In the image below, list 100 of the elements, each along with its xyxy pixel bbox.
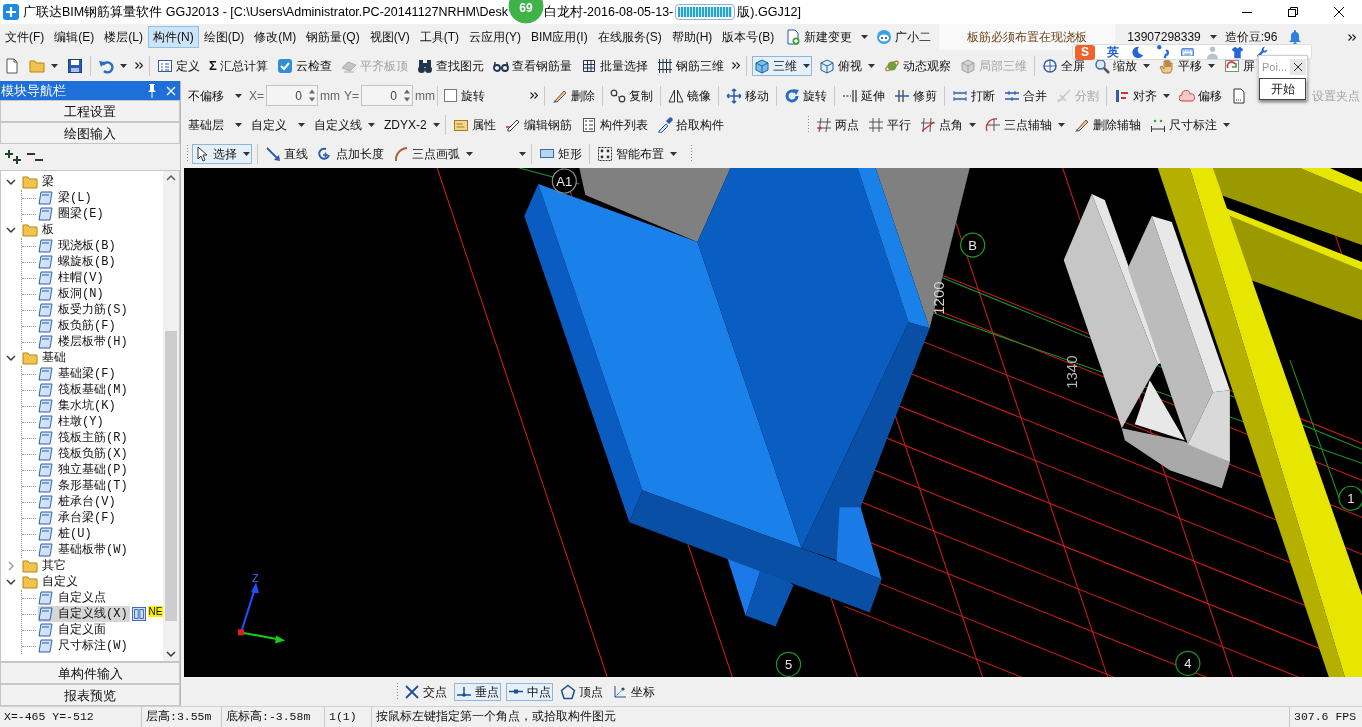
tree-item[interactable]: 筏板主筋(R) <box>38 430 130 446</box>
dropdown-button[interactable]: 对齐 <box>1112 85 1173 106</box>
input-mode-toggle[interactable]: 英 <box>1107 45 1119 59</box>
tree-item[interactable]: 圈梁(E) <box>38 206 106 222</box>
toolbar-button[interactable]: 垂点 <box>454 682 501 701</box>
menu-item[interactable]: 构件(N) <box>148 26 199 48</box>
toolbar-button[interactable]: 镜像 <box>666 85 714 106</box>
section-button[interactable]: 单构件输入 <box>0 662 180 684</box>
dropdown-button[interactable]: 三维 <box>751 55 812 76</box>
menu-item[interactable]: 编辑(E) <box>49 26 100 48</box>
toolbar-button[interactable]: 批量选择 <box>578 55 650 76</box>
checkbox[interactable] <box>444 89 458 102</box>
toolbar-button[interactable]: 点加长度 <box>315 143 386 164</box>
grip-icon[interactable] <box>186 144 189 163</box>
tree-item[interactable]: 板 <box>22 222 56 238</box>
grip-icon[interactable] <box>690 144 693 163</box>
tree-item[interactable]: 桩(U) <box>38 526 94 542</box>
dropdown-button[interactable]: 三点画弧 <box>391 143 475 164</box>
dropdown-field[interactable]: 自定义线 <box>310 113 377 136</box>
chevron-down-icon[interactable] <box>166 651 176 657</box>
tree-item[interactable]: 自定义 <box>22 574 80 590</box>
drawing-canvas[interactable]: A1 B 5 4 1 1200 1340 Z <box>184 168 1362 677</box>
punctuation-icon[interactable] <box>1156 44 1169 60</box>
dropdown-field[interactable]: 不偏移 <box>184 84 244 107</box>
menu-item[interactable]: 文件(F) <box>0 26 50 48</box>
toolbar-button[interactable]: 合并 <box>1002 85 1050 106</box>
dropdown-button[interactable]: 智能布置 <box>595 143 679 164</box>
toolbar-button[interactable]: 直线 <box>263 143 310 164</box>
scrollbar-thumb[interactable] <box>165 331 177 621</box>
tree-item[interactable]: 承台梁(F) <box>38 510 118 526</box>
tree-item[interactable]: 桩承台(V) <box>38 494 118 510</box>
toolbar-button[interactable]: 两点 <box>813 114 861 135</box>
shirt-icon[interactable] <box>1231 45 1244 59</box>
tree-item[interactable]: 板负筋(F) <box>38 318 118 334</box>
tree-item[interactable]: 梁(L) <box>38 190 94 206</box>
overflow-button[interactable] <box>134 61 144 70</box>
toolbar-button[interactable]: 定义 <box>155 55 202 76</box>
toolbar-button[interactable]: 删除 <box>550 85 598 106</box>
toolbar-button[interactable]: 打断 <box>950 85 998 106</box>
toolbar-button[interactable]: 中点 <box>506 682 553 701</box>
chevron-down-icon[interactable] <box>6 227 16 233</box>
menu-item[interactable]: 帮助(H) <box>666 26 718 48</box>
close-button[interactable] <box>1290 59 1306 75</box>
menu-item[interactable]: 在线服务(S) <box>592 26 667 48</box>
scrollbar[interactable] <box>163 171 179 661</box>
tree-item[interactable]: 楼层板带(H) <box>38 334 130 350</box>
tree-item[interactable]: 自定义线(X) <box>38 606 130 622</box>
tree-item[interactable]: 独立基础(P) <box>38 462 130 478</box>
dropdown-button[interactable]: 尺寸标注 <box>1147 114 1232 135</box>
close-icon[interactable] <box>166 85 176 96</box>
toolbar-button[interactable]: 拾取构件 <box>654 114 726 135</box>
toolbar-button[interactable]: 查看钢筋量 <box>490 55 574 76</box>
dropdown-button[interactable]: 三点辅轴 <box>982 114 1067 135</box>
dropdown-button[interactable]: 选择 <box>192 143 252 164</box>
moon-icon[interactable] <box>1131 45 1144 59</box>
dropdown-button[interactable]: 点角 <box>917 114 978 135</box>
toolbar-button[interactable]: Σ 汇总计算 <box>207 56 270 75</box>
tree-item[interactable]: 螺旋板(B) <box>38 254 118 270</box>
toolbar-button[interactable]: 修剪 <box>892 85 940 106</box>
grip-icon[interactable] <box>396 682 399 701</box>
toolbar-button[interactable]: 构件列表 <box>578 114 650 135</box>
toolbar-button[interactable]: 查找图元 <box>414 55 486 76</box>
plus-icon[interactable] <box>5 149 21 165</box>
tree-item[interactable]: 板洞(N) <box>38 286 106 302</box>
chevron-down-icon[interactable] <box>6 355 16 361</box>
tree-item[interactable]: 基础板带(W) <box>38 542 130 558</box>
tree-item[interactable]: 筏板负筋(X) <box>38 446 130 462</box>
menu-item[interactable]: 绘图(D) <box>198 26 250 48</box>
start-button[interactable]: 开始 <box>1259 78 1306 100</box>
toolbar-button[interactable]: 延伸 <box>840 85 888 106</box>
tree-item[interactable]: 基础 <box>22 350 68 366</box>
toolbar-button[interactable]: 平行 <box>865 114 913 135</box>
assistant-button[interactable]: 广小二 <box>874 27 934 47</box>
menu-item[interactable]: BIM应用(I) <box>526 26 593 48</box>
tree-item[interactable]: 筏板基础(M) <box>38 382 130 398</box>
chevron-down-icon[interactable] <box>6 579 16 585</box>
minus-icon[interactable] <box>27 152 43 162</box>
dropdown-button[interactable]: 平移 <box>1156 55 1217 76</box>
account-button[interactable]: 13907298339 <box>1125 28 1219 46</box>
section-button[interactable]: 工程设置 <box>0 100 180 122</box>
toolbar-button[interactable]: 偏移 <box>1177 85 1225 106</box>
menu-item[interactable]: 修改(M) <box>249 26 302 48</box>
overflow-button[interactable] <box>730 61 741 70</box>
dropdown-field[interactable]: 基础层 <box>184 113 244 136</box>
dropdown-button[interactable]: 新建变更 <box>783 27 871 47</box>
tree-item[interactable]: 自定义面 <box>38 622 108 638</box>
tree-item[interactable]: 板受力筋(S) <box>38 302 130 318</box>
menu-item[interactable]: 钢筋量(Q) <box>301 26 365 48</box>
toolbar-button[interactable]: 旋转 <box>782 85 830 106</box>
chevron-right-icon[interactable] <box>8 561 14 571</box>
chevron-down-icon[interactable] <box>6 179 16 185</box>
toolbar-button[interactable]: 矩形 <box>537 144 584 163</box>
toolbar-button[interactable]: 交点 <box>402 681 449 702</box>
menu-item[interactable]: 云应用(Y) <box>464 26 526 48</box>
overflow-button[interactable] <box>1346 31 1358 43</box>
tree-item[interactable]: 自定义点 <box>38 590 108 606</box>
tree-item[interactable]: 基础梁(F) <box>38 366 118 382</box>
toolbar-button[interactable]: 编辑钢筋 <box>502 114 574 135</box>
grip-icon[interactable] <box>806 115 810 134</box>
menu-item[interactable]: 视图(V) <box>364 26 415 48</box>
